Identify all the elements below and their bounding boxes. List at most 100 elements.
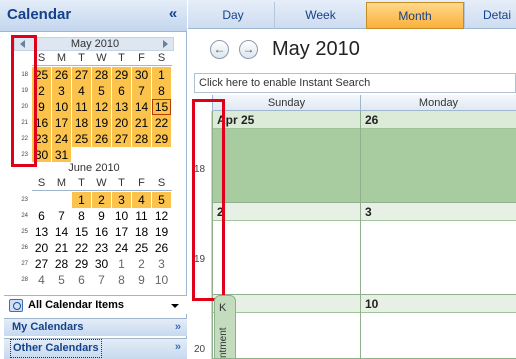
mini-day[interactable]: 26: [152, 240, 171, 256]
mini-day[interactable]: 7: [132, 83, 151, 99]
mini-day[interactable]: 28: [92, 67, 111, 83]
mini-day[interactable]: 11: [72, 99, 91, 115]
instant-search-bar[interactable]: Click here to enable Instant Search: [194, 73, 516, 93]
mini-day[interactable]: 19: [92, 115, 111, 131]
mini-day[interactable]: 28: [52, 256, 71, 272]
appointment-gripper[interactable]: K ntment: [214, 295, 236, 359]
left-arrow-icon[interactable]: ←: [210, 40, 229, 59]
mini-day[interactable]: 9: [92, 208, 111, 224]
mini-day[interactable]: 7: [52, 208, 71, 224]
mini-week-number[interactable]: 26: [14, 245, 28, 251]
mini-day[interactable]: 16: [92, 224, 111, 240]
right-arrow-icon[interactable]: →: [239, 40, 258, 59]
mini-day[interactable]: 10: [112, 208, 131, 224]
mini-day[interactable]: 9: [32, 99, 51, 115]
mini-day[interactable]: 30: [132, 67, 151, 83]
day-cell-26[interactable]: 26: [360, 111, 516, 203]
mini-day[interactable]: 10: [52, 99, 71, 115]
mini-day[interactable]: 25: [132, 240, 151, 256]
mini-day[interactable]: 30: [32, 147, 51, 163]
mini-day[interactable]: 29: [112, 67, 131, 83]
mini-day[interactable]: 1: [72, 192, 91, 208]
mini-week-number[interactable]: 21: [14, 120, 28, 126]
other-calendars-group[interactable]: Other Calendars »: [4, 338, 187, 359]
mini-day[interactable]: 8: [112, 272, 131, 288]
mini-day[interactable]: 15: [152, 99, 171, 115]
mini-week-number[interactable]: 19: [14, 88, 28, 94]
next-month-icon[interactable]: [163, 40, 168, 48]
my-calendars-group[interactable]: My Calendars »: [4, 318, 187, 336]
mini-day[interactable]: 27: [72, 67, 91, 83]
mini-day[interactable]: 29: [152, 131, 171, 147]
mini-day[interactable]: 30: [92, 256, 111, 272]
day-cell-3[interactable]: 3: [360, 203, 516, 295]
mini-day[interactable]: 18: [132, 224, 151, 240]
mini-day[interactable]: 16: [32, 115, 51, 131]
mini-week-number[interactable]: 23: [14, 152, 28, 158]
mini-day[interactable]: 26: [92, 131, 111, 147]
mini-day[interactable]: 12: [92, 99, 111, 115]
mini-day[interactable]: 1: [152, 67, 171, 83]
mini-day[interactable]: 14: [52, 224, 71, 240]
mini-week-number[interactable]: 25: [14, 229, 28, 235]
day-cell-2[interactable]: 2: [212, 203, 360, 295]
mini-day[interactable]: 3: [152, 256, 171, 272]
mini-day[interactable]: 27: [32, 256, 51, 272]
mini-day[interactable]: 3: [52, 83, 71, 99]
mini-day[interactable]: 5: [92, 83, 111, 99]
mini-day[interactable]: 25: [32, 67, 51, 83]
week-number[interactable]: 20: [194, 344, 205, 355]
mini-day[interactable]: 19: [152, 224, 171, 240]
mini-day[interactable]: 7: [92, 272, 111, 288]
mini-day[interactable]: 2: [132, 256, 151, 272]
mini-day[interactable]: 17: [112, 224, 131, 240]
mini-day[interactable]: 17: [52, 115, 71, 131]
mini-day[interactable]: 2: [92, 192, 111, 208]
mini-day[interactable]: 26: [52, 67, 71, 83]
mini-day[interactable]: 28: [132, 131, 151, 147]
mini-day[interactable]: 8: [152, 83, 171, 99]
tab-week[interactable]: Week: [274, 2, 366, 29]
week-number[interactable]: 18: [194, 164, 205, 175]
mini-day[interactable]: 21: [132, 115, 151, 131]
mini-week-number[interactable]: 23: [14, 197, 28, 203]
mini-day[interactable]: 22: [152, 115, 171, 131]
mini-day[interactable]: 15: [72, 224, 91, 240]
mini-day[interactable]: 2: [32, 83, 51, 99]
mini-day[interactable]: 5: [52, 272, 71, 288]
mini-day[interactable]: 18: [72, 115, 91, 131]
mini-day[interactable]: 11: [132, 208, 151, 224]
mini-week-number[interactable]: 22: [14, 136, 28, 142]
mini-day[interactable]: 9: [132, 272, 151, 288]
mini-day[interactable]: 31: [52, 147, 71, 163]
tab-month[interactable]: Month: [366, 2, 464, 29]
day-cell-apr25[interactable]: Apr 25: [212, 111, 360, 203]
mini-day[interactable]: 25: [72, 131, 91, 147]
mini-week-number[interactable]: 18: [14, 72, 28, 78]
mini-day[interactable]: 6: [72, 272, 91, 288]
mini-day[interactable]: 29: [72, 256, 91, 272]
week-number[interactable]: 19: [194, 254, 205, 265]
mini-day[interactable]: 23: [92, 240, 111, 256]
mini-day[interactable]: 4: [32, 272, 51, 288]
tab-day[interactable]: Day: [192, 2, 274, 29]
mini-week-number[interactable]: 28: [14, 277, 28, 283]
collapse-pane-button[interactable]: «: [165, 5, 181, 23]
mini-day[interactable]: 4: [132, 192, 151, 208]
mini-day[interactable]: 13: [32, 224, 51, 240]
mini-day[interactable]: 13: [112, 99, 131, 115]
mini-day[interactable]: 24: [52, 131, 71, 147]
mini-week-number[interactable]: 27: [14, 261, 28, 267]
mini-week-number[interactable]: 20: [14, 104, 28, 110]
mini-day[interactable]: 20: [32, 240, 51, 256]
mini-day[interactable]: 5: [152, 192, 171, 208]
day-cell-10[interactable]: 10: [360, 295, 516, 359]
prev-month-icon[interactable]: [20, 40, 25, 48]
mini-day[interactable]: 3: [112, 192, 131, 208]
mini-day[interactable]: 12: [152, 208, 171, 224]
mini-day[interactable]: 10: [152, 272, 171, 288]
mini-day[interactable]: 14: [132, 99, 151, 115]
mini-day[interactable]: 8: [72, 208, 91, 224]
mini-day[interactable]: 24: [112, 240, 131, 256]
mini-day[interactable]: 27: [112, 131, 131, 147]
